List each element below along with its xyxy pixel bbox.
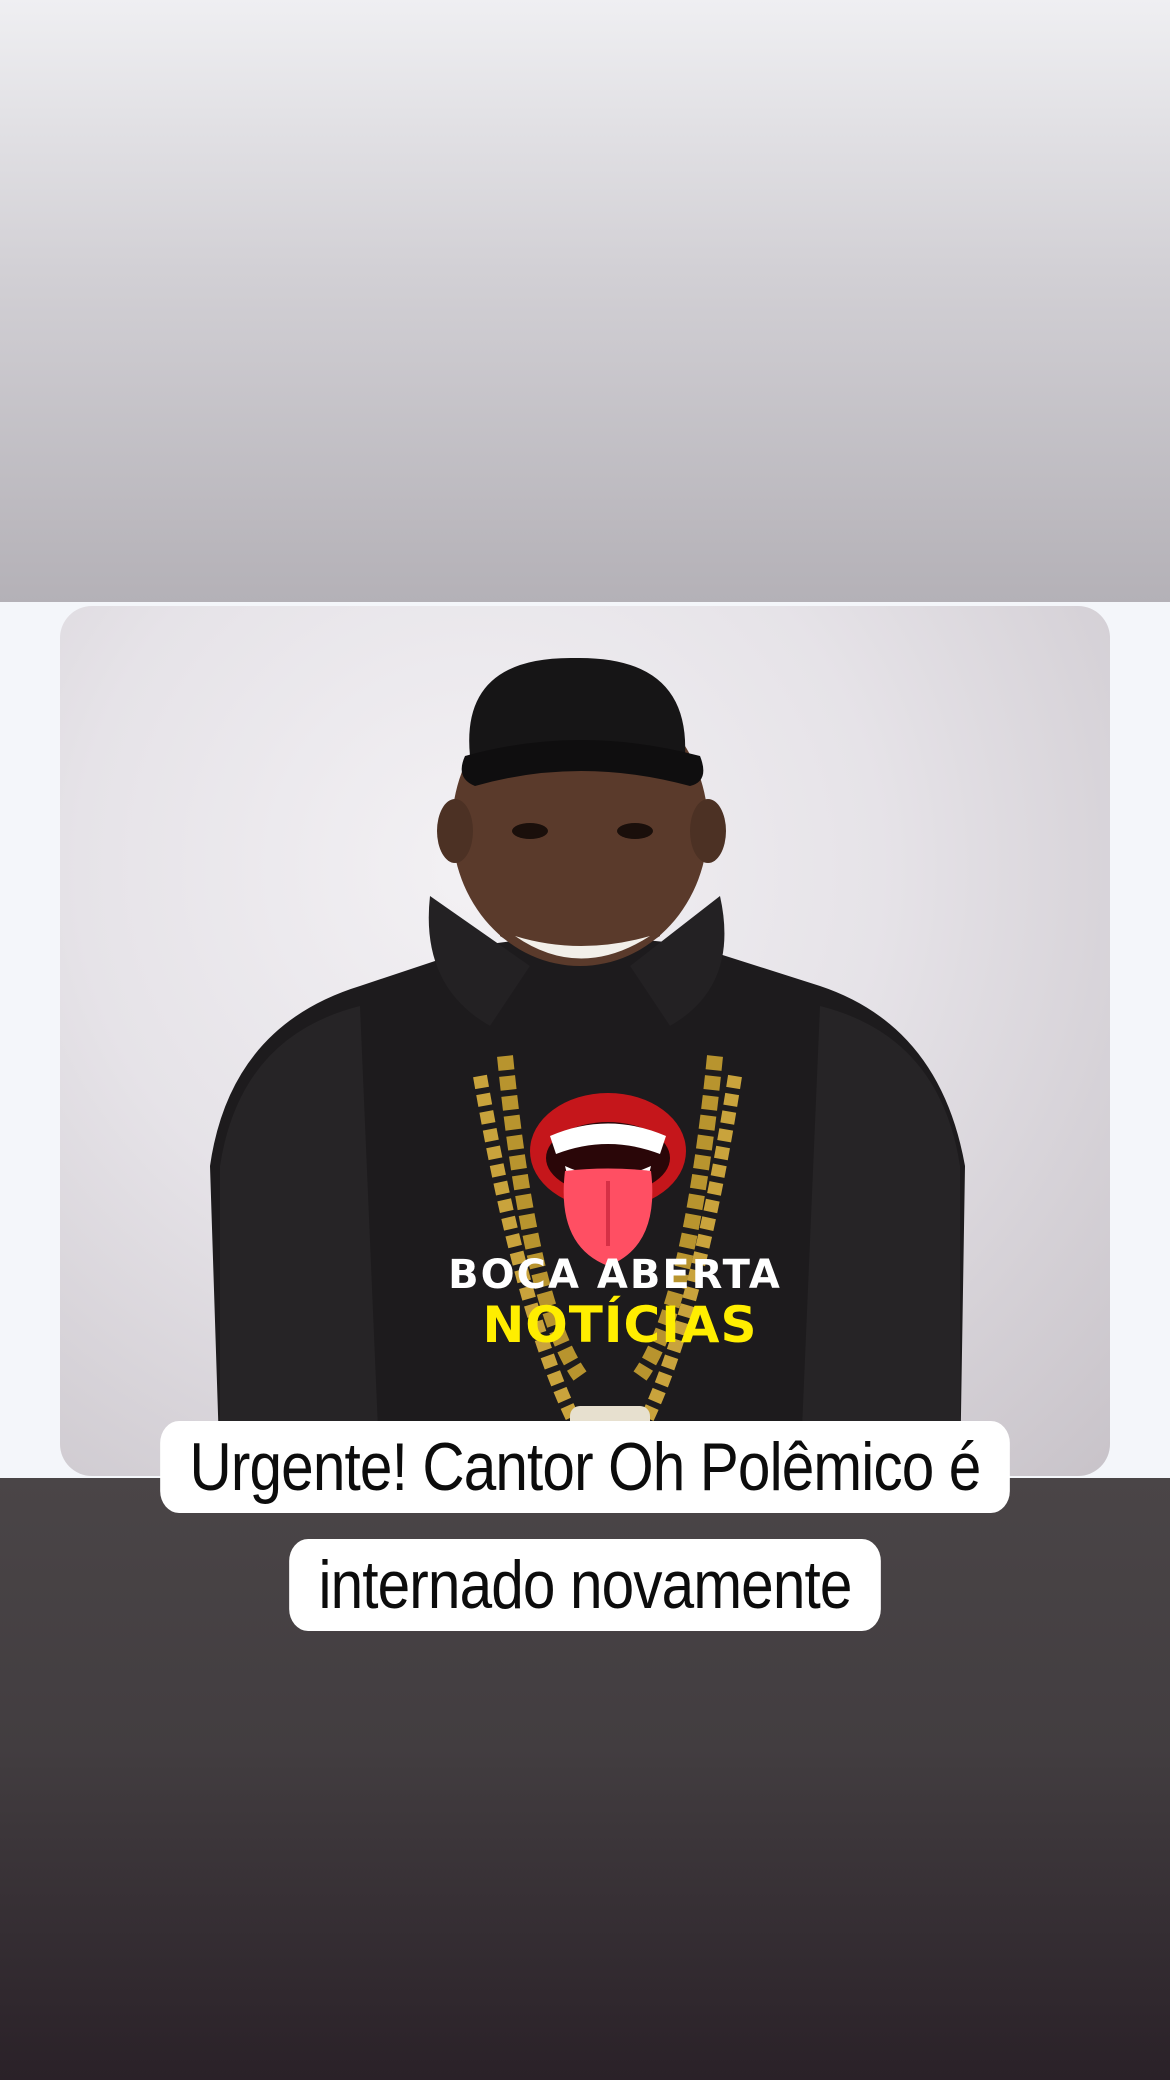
caption-line1: Urgente! Cantor Oh Polêmico é <box>160 1421 1010 1513</box>
top-gradient-background <box>0 0 1170 602</box>
story-canvas: BOCA ABERTA NOTÍCIAS Urgente! Cantor Oh … <box>0 0 1170 2080</box>
logo-line2: NOTÍCIAS <box>482 1295 757 1354</box>
news-photo: BOCA ABERTA NOTÍCIAS <box>60 606 1110 1476</box>
person-illustration: BOCA ABERTA NOTÍCIAS <box>210 657 965 1476</box>
news-caption: Urgente! Cantor Oh Polêmico é internado … <box>82 1408 1088 1644</box>
caption-line2: internado novamente <box>289 1539 881 1631</box>
logo-line1: BOCA ABERTA <box>448 1252 782 1298</box>
